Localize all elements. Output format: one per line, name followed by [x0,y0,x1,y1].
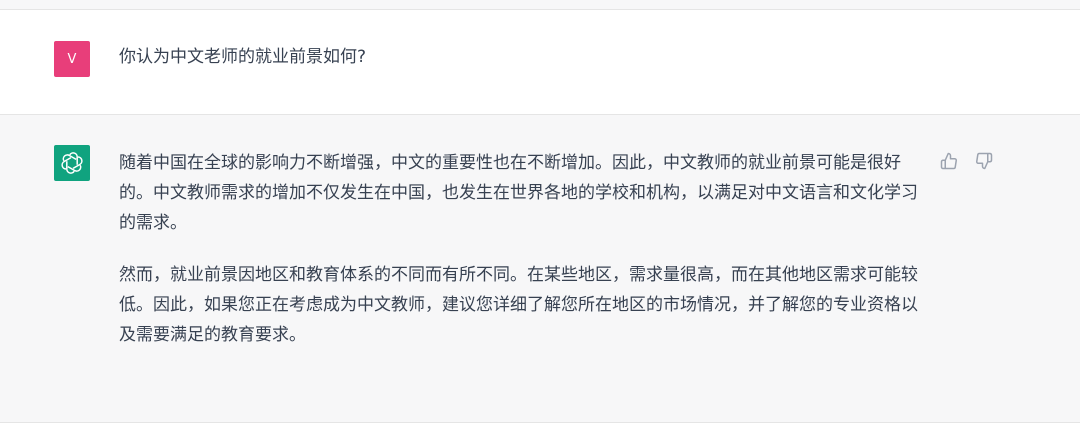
answer-paragraph-1: 随着中国在全球的影响力不断增强，中文的重要性也在不断增加。因此，中文教师的就业前… [119,153,918,233]
thumbs-down-button[interactable] [973,150,995,172]
openai-logo-icon [54,145,90,181]
user-message-text: 你认为中文老师的就业前景如何? [119,47,367,67]
thumbs-up-icon [940,152,957,170]
user-message-row: V 你认为中文老师的就业前景如何? [0,10,1080,114]
assistant-message-row: 随着中国在全球的影响力不断增强，中文的重要性也在不断增加。因此，中文教师的就业前… [0,114,1080,423]
user-avatar-initial: V [67,51,77,67]
assistant-message-text: 随着中国在全球的影响力不断增强，中文的重要性也在不断增加。因此，中文教师的就业前… [119,148,919,350]
user-avatar: V [54,41,90,77]
top-divider [0,0,1080,10]
answer-paragraph-2: 然而，就业前景因地区和教育体系的不同而有所不同。在某些地区，需求量很高，而在其他… [119,265,918,345]
thumbs-down-icon [976,152,993,170]
thumbs-up-button[interactable] [938,150,960,172]
